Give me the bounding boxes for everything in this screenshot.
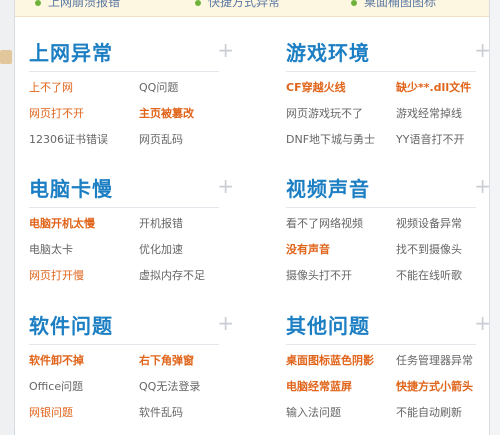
topic-link[interactable]: 网页游戏玩不了 xyxy=(286,107,363,121)
topic-link[interactable]: 网银问题 xyxy=(29,406,73,420)
section-slow: 电脑卡慢 + 电脑开机太慢 开机报错电脑太卡 优化加速网页打开慢 虚拟内存不足 xyxy=(29,173,234,282)
scrollbar-track[interactable] xyxy=(489,0,500,435)
section-divider xyxy=(29,344,219,345)
expand-plus-icon[interactable]: + xyxy=(217,40,234,60)
topic-link[interactable]: 虚拟内存不足 xyxy=(139,269,205,283)
topic-link[interactable]: 找不到摄像头 xyxy=(396,243,462,257)
section-title[interactable]: 游戏环境 xyxy=(286,37,370,66)
section-title[interactable]: 其他问题 xyxy=(286,310,370,339)
expand-plus-icon[interactable]: + xyxy=(474,176,491,196)
section-header: 上网异常 + xyxy=(29,37,234,65)
topic-link[interactable]: 软件乱码 xyxy=(139,406,183,420)
section-divider xyxy=(286,71,476,72)
section-header: 其他问题 + xyxy=(286,310,491,338)
topic-link[interactable]: 视频设备异常 xyxy=(396,217,462,231)
bullet-icon xyxy=(351,0,357,6)
section-title[interactable]: 上网异常 xyxy=(29,37,113,66)
topic-link[interactable]: 没有声音 xyxy=(286,243,330,257)
topic-link[interactable]: 网页乱码 xyxy=(139,133,183,147)
top-item-0[interactable]: 上网崩溃报错 xyxy=(35,0,120,10)
topic-link[interactable]: 游戏经常掉线 xyxy=(396,107,462,121)
bottom-text-fragment xyxy=(0,425,40,435)
topic-link[interactable]: 输入法问题 xyxy=(286,406,341,420)
topic-link[interactable]: 网页打不开 xyxy=(29,107,84,121)
topic-link[interactable]: 看不了网络视频 xyxy=(286,217,363,231)
top-item-1[interactable]: 快捷方式异常 xyxy=(195,0,280,10)
avatar xyxy=(0,50,12,64)
bullet-icon xyxy=(195,0,201,6)
section-divider xyxy=(29,207,219,208)
topic-link[interactable]: 桌面图标蓝色阴影 xyxy=(286,354,374,368)
topic-link[interactable]: Office问题 xyxy=(29,380,83,394)
section-title[interactable]: 软件问题 xyxy=(29,310,113,339)
topic-link[interactable]: 开机报错 xyxy=(139,217,183,231)
topic-link[interactable]: 电脑经常蓝屏 xyxy=(286,380,352,394)
topic-link[interactable]: 不能在线听歌 xyxy=(396,269,462,283)
top-item-2[interactable]: 桌面桶图图标 xyxy=(351,0,436,10)
section-header: 软件问题 + xyxy=(29,310,234,338)
topic-link[interactable]: QQ问题 xyxy=(139,81,178,95)
topic-link[interactable]: 缺少**.dll文件 xyxy=(396,81,471,95)
topic-link[interactable]: 电脑开机太慢 xyxy=(29,217,95,231)
topic-link[interactable]: 网页打开慢 xyxy=(29,269,84,283)
bullet-icon xyxy=(35,0,41,6)
expand-plus-icon[interactable]: + xyxy=(217,176,234,196)
section-software: 软件问题 + 软件卸不掉 右下角弹窗 Office问题 QQ无法登录网银问题 软件乱码 xyxy=(29,310,234,419)
topic-link[interactable]: QQ无法登录 xyxy=(139,380,200,394)
section-title[interactable]: 视频声音 xyxy=(286,173,370,202)
section-divider xyxy=(286,344,476,345)
section-game: 游戏环境 + CF穿越火线 缺少**.dll文件网页游戏玩不了 游戏经常掉线 DNF地下城… xyxy=(286,37,491,146)
topic-link[interactable]: 软件卸不掉 xyxy=(29,354,84,368)
section-title[interactable]: 电脑卡慢 xyxy=(29,173,113,202)
topic-link[interactable]: 电脑太卡 xyxy=(29,243,73,257)
expand-plus-icon[interactable]: + xyxy=(474,313,491,333)
topic-link[interactable]: YY语音打不开 xyxy=(396,133,464,147)
expand-plus-icon[interactable]: + xyxy=(474,40,491,60)
section-header: 视频声音 + xyxy=(286,173,491,201)
section-header: 电脑卡慢 + xyxy=(29,173,234,201)
topic-link[interactable]: 12306证书错误 xyxy=(29,133,108,147)
section-av: 视频声音 + 看不了网络视频 视频设备异常没有声音 找不到摄像头摄像头打不开 不能在线听歌 xyxy=(286,173,491,282)
topic-link[interactable]: 不能自动刷新 xyxy=(396,406,462,420)
section-network: 上网异常 + 上不了网 QQ问题网页打不开 主页被篡改 12306证书错误 网页乱码 xyxy=(29,37,234,146)
section-other: 其他问题 + 桌面图标蓝色阴影 任务管理器异常电脑经常蓝屏 快捷方式小箭头输入法问题 不能… xyxy=(286,310,491,419)
background-page-strip xyxy=(0,0,15,435)
help-topics-panel: 上网崩溃报错 快捷方式异常 桌面桶图图标 上网异常 + 上不了网 QQ问题网页打不开 主… xyxy=(14,0,491,428)
section-divider xyxy=(29,71,219,72)
topic-link[interactable]: 任务管理器异常 xyxy=(396,354,473,368)
topic-link[interactable]: 摄像头打不开 xyxy=(286,269,352,283)
top-topics-strip: 上网崩溃报错 快捷方式异常 桌面桶图图标 xyxy=(15,0,489,17)
section-header: 游戏环境 + xyxy=(286,37,491,65)
topic-link[interactable]: 快捷方式小箭头 xyxy=(396,380,473,394)
topic-link[interactable]: 优化加速 xyxy=(139,243,183,257)
topic-link[interactable]: 右下角弹窗 xyxy=(139,354,194,368)
expand-plus-icon[interactable]: + xyxy=(217,313,234,333)
topic-link[interactable]: 主页被篡改 xyxy=(139,107,194,121)
topic-link[interactable]: 上不了网 xyxy=(29,81,73,95)
topic-link[interactable]: DNF地下城与勇士 xyxy=(286,133,375,147)
topic-link[interactable]: CF穿越火线 xyxy=(286,81,346,95)
section-divider xyxy=(286,207,476,208)
